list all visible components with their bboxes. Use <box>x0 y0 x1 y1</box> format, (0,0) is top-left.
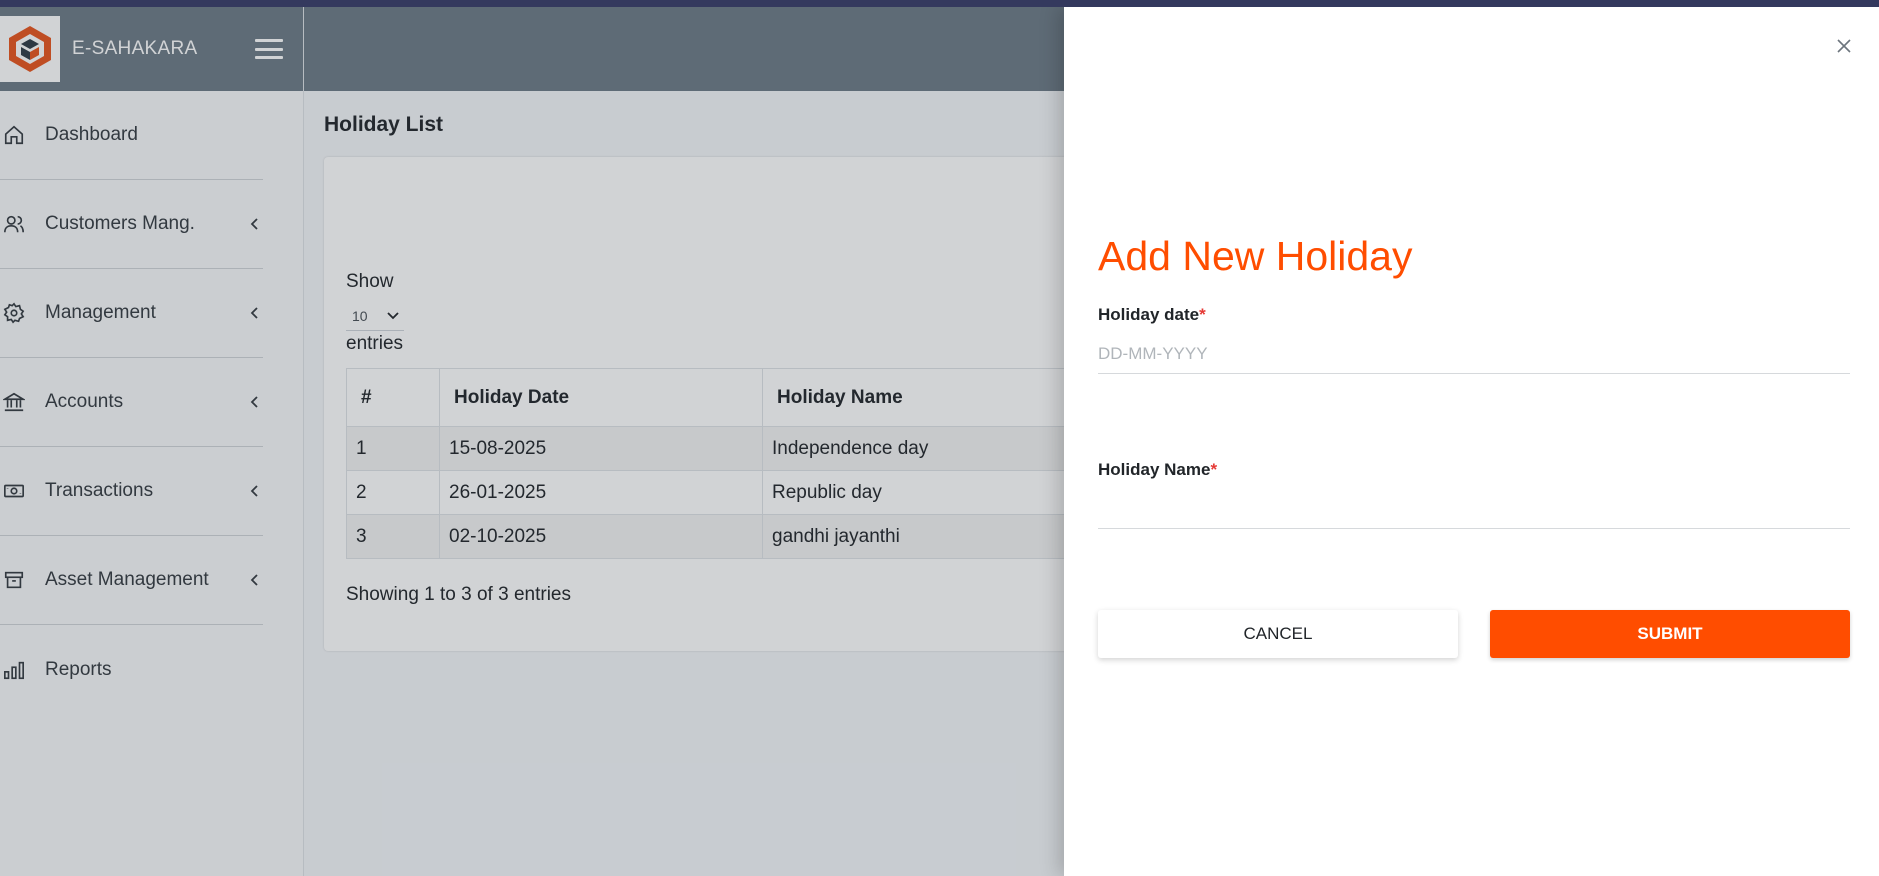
drawer-title: Add New Holiday <box>1098 233 1413 279</box>
holiday-name-input[interactable] <box>1098 489 1850 529</box>
holiday-date-input[interactable] <box>1098 334 1850 374</box>
window-top-strip <box>0 0 1879 7</box>
holiday-date-label-text: Holiday date <box>1098 305 1200 324</box>
holiday-name-label-text: Holiday Name <box>1098 460 1211 479</box>
submit-button[interactable]: SUBMIT <box>1490 610 1850 658</box>
close-icon[interactable] <box>1833 35 1855 57</box>
required-mark: * <box>1199 305 1206 324</box>
modal-backdrop[interactable] <box>0 7 1064 876</box>
cancel-button[interactable]: CANCEL <box>1098 610 1458 658</box>
holiday-date-label: Holiday date* <box>1098 305 1206 325</box>
required-mark: * <box>1210 460 1218 479</box>
add-holiday-drawer: Add New Holiday Holiday date* Holiday Na… <box>1064 7 1879 876</box>
holiday-name-label: Holiday Name* <box>1098 460 1217 480</box>
